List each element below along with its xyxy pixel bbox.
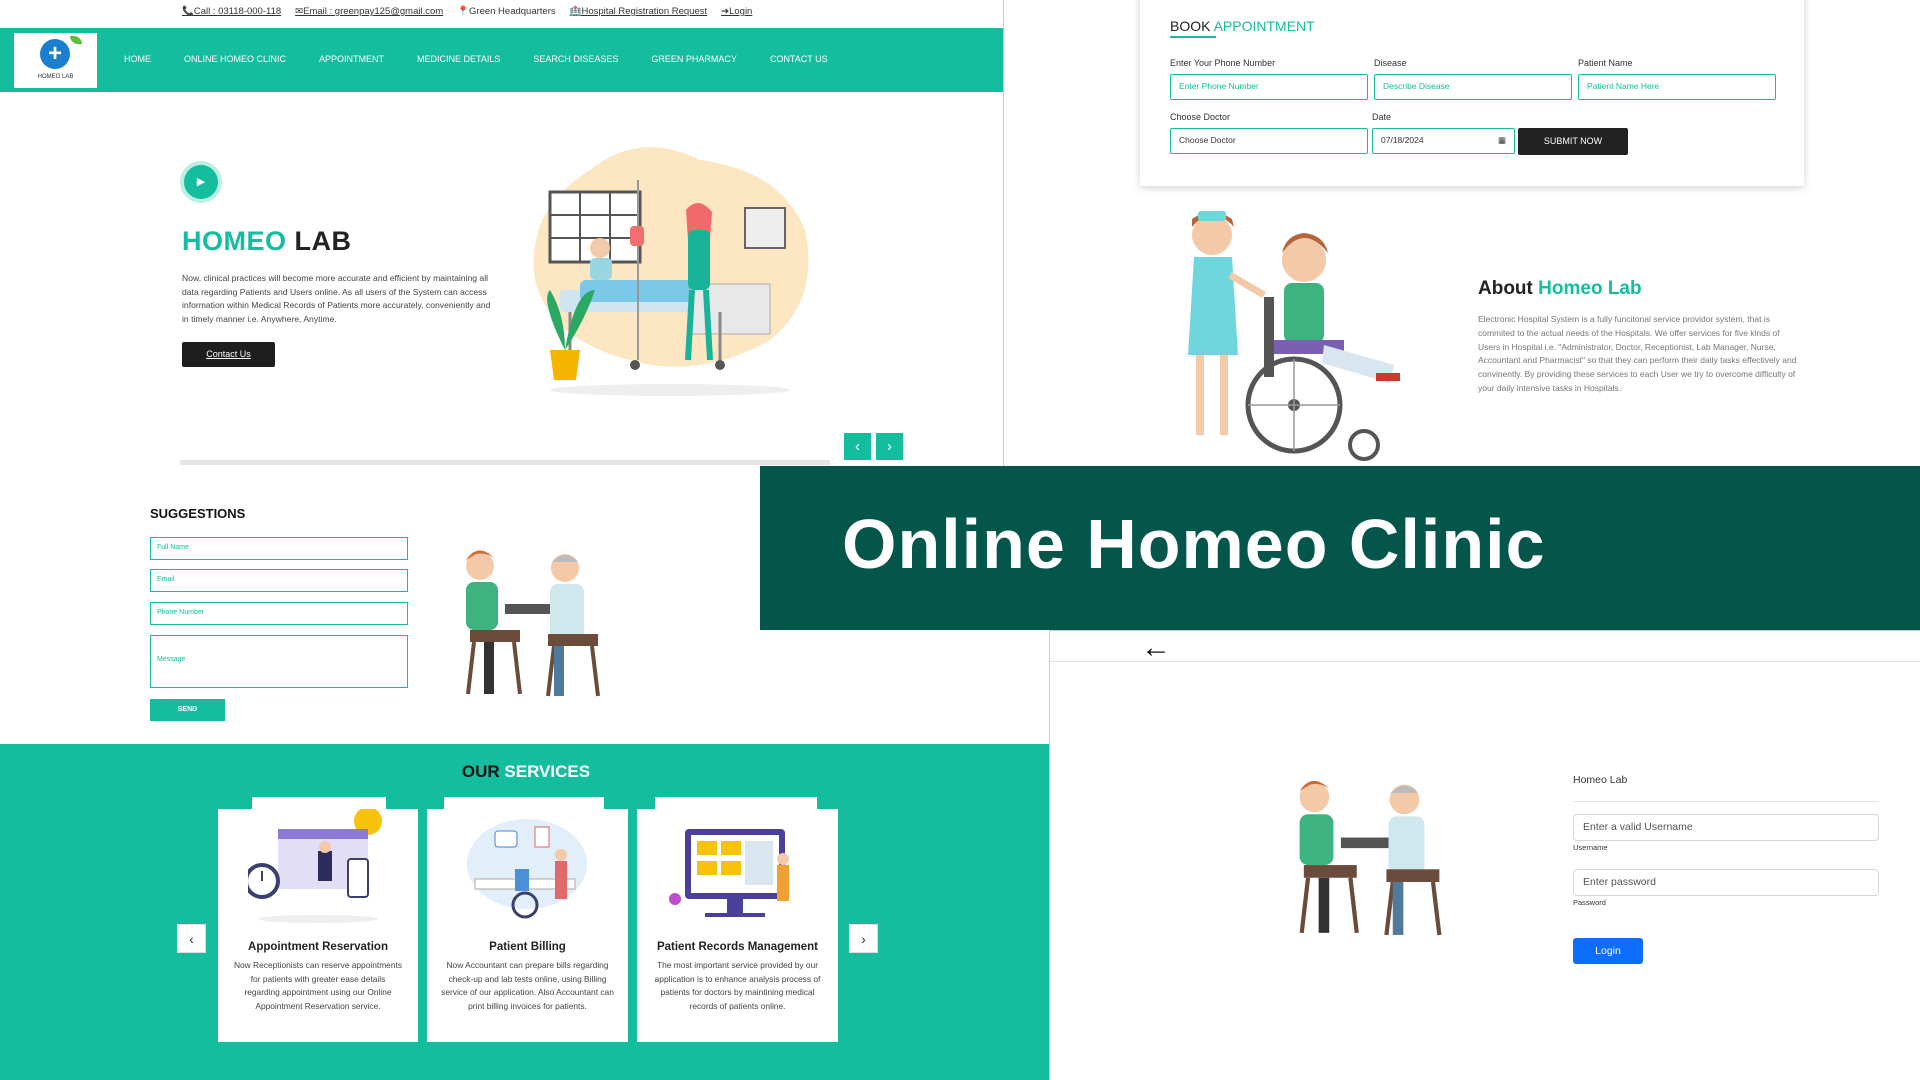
- nav-menu: HOME ONLINE HOMEO CLINIC APPOINTMENT MED…: [124, 54, 828, 64]
- hospital-room-illustration: [533, 147, 809, 396]
- about-title-part1: About: [1478, 278, 1539, 299]
- nav-appointment[interactable]: APPOINTMENT: [319, 54, 384, 64]
- email-link[interactable]: ✉Email : greenpay125@gmail.com: [295, 6, 443, 17]
- services-prev-arrow[interactable]: ‹: [177, 924, 206, 953]
- hero-description: Now, clinical practices will become more…: [182, 273, 491, 324]
- login-screenshot: ← Homeo Lab Enter a valid Username Usern…: [1049, 630, 1920, 1080]
- registration-link[interactable]: 🏥Hospital Registration Request: [570, 6, 708, 17]
- services-title-part1: OUR: [461, 762, 505, 781]
- phone-number-input[interactable]: Phone Number: [150, 602, 408, 625]
- date-input[interactable]: 07/18/2024 ▦: [1372, 128, 1515, 154]
- phone-label: Enter Your Phone Number: [1170, 58, 1276, 68]
- service-description: Now Accountant can prepare bills regardi…: [441, 960, 614, 1011]
- message-textarea[interactable]: Message: [150, 635, 408, 688]
- nav-home[interactable]: HOME: [124, 54, 151, 64]
- nurse-wheelchair-illustration: [1188, 211, 1400, 461]
- book-title-part2: APPOINTMENT: [1213, 18, 1315, 34]
- full-name-input[interactable]: Full Name: [150, 537, 408, 560]
- suggestions-title: SUGGESTIONS: [150, 506, 246, 521]
- landing-screenshot: 📞Call : 03118-000-118 ✉Email : greenpay1…: [0, 0, 1004, 466]
- services-title-part2: SERVICES: [504, 762, 591, 781]
- nav-search-diseases[interactable]: SEARCH DISEASES: [533, 54, 618, 64]
- doctor-checkup-illustration: [466, 550, 600, 697]
- hero-title-accent: HOMEO: [182, 226, 287, 256]
- services-next-arrow[interactable]: ›: [849, 924, 878, 953]
- hero-slider-track: [180, 460, 830, 465]
- about-text: Electronic Hospital System is a fully fu…: [1478, 314, 1797, 393]
- hero-title: HOMEO LAB: [182, 226, 352, 257]
- nav-green-pharmacy[interactable]: GREEN PHARMACY: [651, 54, 737, 64]
- leaf-icon: [70, 36, 82, 44]
- password-input[interactable]: Enter password: [1573, 869, 1879, 896]
- service-name: Appointment Reservation: [248, 941, 388, 953]
- appointment-screenshot: BOOK APPOINTMENT Enter Your Phone Number…: [1004, 0, 1920, 466]
- nav-medicine-details[interactable]: MEDICINE DETAILS: [417, 54, 500, 64]
- services-title: OUR SERVICES: [0, 762, 1049, 782]
- choose-doctor-select[interactable]: Choose Doctor: [1170, 128, 1368, 154]
- submit-now-button[interactable]: SUBMIT NOW: [1518, 128, 1628, 155]
- send-button[interactable]: SEND: [150, 699, 225, 721]
- patient-name-label: Patient Name: [1578, 58, 1633, 68]
- about-title: About Homeo Lab: [1478, 278, 1642, 300]
- nav-online-homeo-clinic[interactable]: ONLINE HOMEO CLINIC: [184, 54, 286, 64]
- banner-title: Online Homeo Clinic: [842, 505, 1546, 583]
- title-banner: Online Homeo Clinic: [760, 466, 1920, 630]
- main-navbar: + HOMEO LAB HOME ONLINE HOMEO CLINIC APP…: [0, 28, 1003, 92]
- calendar-icon[interactable]: ▦: [1498, 129, 1506, 152]
- disease-input[interactable]: Describe Disease: [1374, 74, 1572, 100]
- back-arrow-icon[interactable]: ←: [1141, 631, 1171, 665]
- username-input[interactable]: Enter a valid Username: [1573, 814, 1879, 841]
- book-appointment-title: BOOK APPOINTMENT: [1170, 18, 1315, 34]
- medical-cross-icon: +: [40, 39, 70, 69]
- homeo-lab-logo[interactable]: + HOMEO LAB: [14, 33, 97, 88]
- service-description: The most important service provided by o…: [654, 960, 821, 1011]
- contact-us-button[interactable]: Contact Us: [182, 342, 275, 367]
- doctor-label: Choose Doctor: [1170, 112, 1231, 122]
- calendar-reservation-illustration: [248, 809, 382, 923]
- nav-contact-us[interactable]: CONTACT US: [770, 54, 828, 64]
- service-card-records[interactable]: Patient Records Management The most impo…: [637, 797, 838, 1042]
- date-label: Date: [1372, 112, 1392, 122]
- title-underline: [1170, 36, 1216, 38]
- login-button[interactable]: Login: [1573, 938, 1643, 964]
- contact-topbar: 📞Call : 03118-000-118 ✉Email : greenpay1…: [182, 6, 752, 17]
- login-divider: [1573, 801, 1879, 802]
- location-text: 📍Green Headquarters: [457, 6, 556, 17]
- service-name: Patient Billing: [489, 941, 566, 953]
- hero-next-arrow[interactable]: ›: [876, 433, 903, 460]
- logo-text: HOMEO LAB: [37, 74, 74, 80]
- play-video-button[interactable]: ▶: [180, 161, 222, 203]
- email-input[interactable]: Email: [150, 569, 408, 592]
- book-appointment-card: BOOK APPOINTMENT Enter Your Phone Number…: [1140, 0, 1804, 186]
- date-value: 07/18/2024: [1381, 135, 1424, 145]
- call-link[interactable]: 📞Call : 03118-000-118: [182, 6, 281, 17]
- services-screenshot: OUR SERVICES ‹ Appointment Reservation N…: [0, 744, 1049, 1080]
- phone-input[interactable]: Enter Phone Number: [1170, 74, 1368, 100]
- password-label: Password: [1573, 898, 1606, 907]
- about-title-part2: Homeo Lab: [1538, 278, 1642, 299]
- book-title-part1: BOOK: [1170, 18, 1214, 34]
- hero-title-rest: LAB: [286, 226, 352, 256]
- records-management-illustration: [669, 829, 789, 917]
- service-card-appointment[interactable]: Appointment Reservation Now Receptionist…: [218, 797, 418, 1042]
- header-divider: [1050, 661, 1920, 662]
- login-heading: Homeo Lab: [1573, 774, 1628, 786]
- billing-illustration: [467, 819, 587, 919]
- service-card-billing[interactable]: Patient Billing Now Accountant can prepa…: [427, 797, 628, 1042]
- doctor-checkup-illustration: [1299, 780, 1442, 936]
- hero-prev-arrow[interactable]: ‹: [844, 433, 871, 460]
- patient-name-input[interactable]: Patient Name Here: [1578, 74, 1776, 100]
- disease-label: Disease: [1374, 58, 1407, 68]
- service-description: Now Receptionists can reserve appointmen…: [233, 960, 403, 1011]
- suggestions-screenshot: SUGGESTIONS Full Name Email Phone Number…: [0, 466, 760, 744]
- login-link[interactable]: ➔Login: [721, 6, 752, 17]
- service-name: Patient Records Management: [656, 941, 819, 953]
- username-label: Username: [1573, 843, 1608, 852]
